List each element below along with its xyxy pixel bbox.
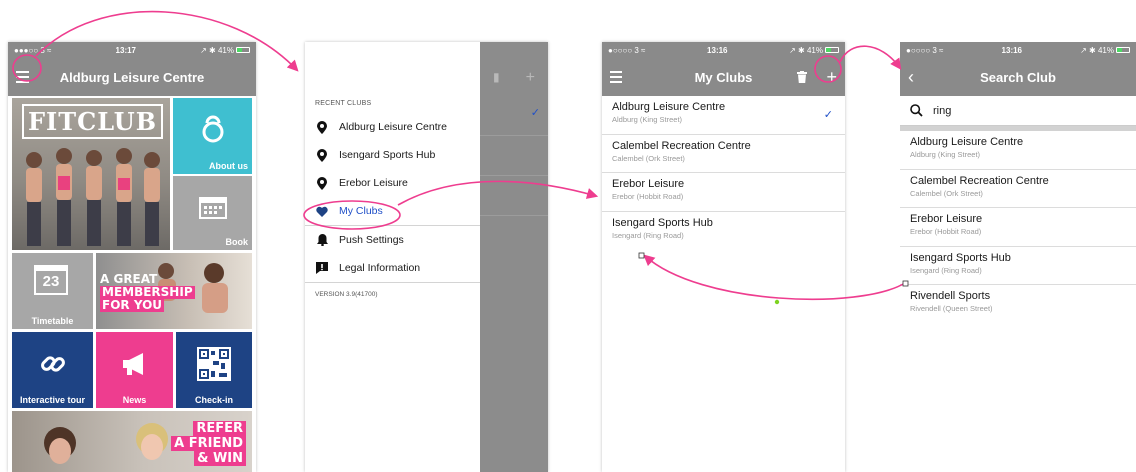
check-in-tile[interactable]: Check-in [176,332,252,408]
hamburger-menu-icon[interactable] [16,71,36,83]
checkmark-icon: ✓ [823,109,833,121]
list-item[interactable]: Calembel Recreation Centre Calembel (Ork… [900,170,1136,208]
heart-icon [315,206,329,217]
checkmark-icon: ✓ [530,107,540,119]
menu-item-my-clubs[interactable]: My Clubs [305,197,480,225]
map-pin-icon [315,120,329,134]
refer-friend-banner-tile[interactable]: REFER A FRIEND & WIN [12,411,252,472]
menu-item-recent-club[interactable]: Erebor Leisure [305,169,480,197]
list-item[interactable]: Calembel Recreation Centre Calembel (Ork… [602,135,845,173]
list-item[interactable]: Isengard Sports Hub Isengard (Ring Road) [900,247,1136,285]
news-tile[interactable]: News [96,332,173,408]
flow-arrow-add-to-search [839,45,902,70]
nav-bar: ‹ Search Club [900,58,1136,96]
battery-icon [824,47,839,54]
menu-item-recent-club[interactable]: Aldburg Leisure Centre [305,113,480,141]
status-bar: ●○○○○ 3 ≈ 13:16 ↗ ✱ 41% [900,42,1136,58]
recent-clubs-heading: RECENT CLUBS [315,100,372,107]
page-title: Search Club [980,69,1056,85]
back-chevron-icon[interactable]: ‹ [908,68,938,86]
qr-code-icon [197,346,231,381]
timetable-tile[interactable]: 23 Timetable [12,253,93,329]
dimmed-content-overlay[interactable]: ▮ + ✓ [480,42,548,472]
megaphone-icon [122,352,143,375]
battery-icon [1115,47,1130,54]
plus-icon: + [525,69,535,86]
my-clubs-header: ●○○○○ 3 ≈ 13:16 ↗ ✱ 41% My Clubs + [602,42,845,96]
fitclub-banner-tile[interactable]: FITCLUB [12,98,170,250]
membership-banner-tile[interactable]: A GREAT MEMBERSHIP FOR YOU [96,253,252,329]
home-header: ●●●○○ 3 ≈ 13:17 ↗ ✱ 41% Aldburg Leisure … [8,42,256,96]
status-bar: ●○○○○ 3 ≈ 13:16 ↗ ✱ 41% [602,42,845,58]
link-icon [40,356,65,372]
interactive-tour-tile[interactable]: Interactive tour [12,332,93,408]
legal-alert-icon [315,262,329,274]
battery-icon [235,47,250,54]
side-menu-screen: RECENT CLUBS Aldburg Leisure Centre Isen… [305,42,548,472]
menu-item-push-settings[interactable]: Push Settings [305,226,480,254]
home-screen: ●●●○○ 3 ≈ 13:17 ↗ ✱ 41% Aldburg Leisure … [8,42,256,472]
status-bar: ●●●○○ 3 ≈ 13:17 ↗ ✱ 41% [8,42,256,58]
search-bar[interactable]: ring [900,96,1136,126]
trash-icon[interactable] [797,71,807,83]
nav-bar: My Clubs + [602,58,845,96]
app-version: VERSION 3.9(41700) [305,282,480,306]
about-us-tile[interactable]: About us [173,98,252,174]
trash-icon: ▮ [493,70,500,84]
search-club-header: ●○○○○ 3 ≈ 13:16 ↗ ✱ 41% ‹ Search Club [900,42,1136,96]
fitclub-people-illustration [26,148,160,246]
map-pin-icon [315,176,329,190]
search-icon [910,104,923,117]
menu-item-recent-club[interactable]: Isengard Sports Hub [305,141,480,169]
menu-item-legal-information[interactable]: Legal Information [305,254,480,282]
list-item[interactable]: Isengard Sports Hub Isengard (Ring Road) [602,212,845,251]
list-item[interactable]: Erebor Leisure Erebor (Hobbit Road) [900,208,1136,247]
search-input[interactable]: ring [933,105,951,117]
nav-bar: Aldburg Leisure Centre [8,58,256,96]
page-title: My Clubs [694,69,753,85]
list-item[interactable]: Erebor Leisure Erebor (Hobbit Road) [602,173,845,212]
calendar-icon [198,197,227,220]
calendar-day-icon: 23 [34,265,68,295]
map-pin-icon [315,148,329,162]
list-item[interactable]: Aldburg Leisure Centre Aldburg (King Str… [900,131,1136,170]
add-club-button[interactable]: + [826,68,837,86]
list-item[interactable]: Aldburg Leisure Centre Aldburg (King Str… [602,96,845,135]
kettlebell-icon [202,115,223,143]
list-item[interactable]: Rivendell Sports Rivendell (Queen Street… [900,285,1136,324]
search-results-list: Aldburg Leisure Centre Aldburg (King Str… [900,131,1136,324]
search-club-screen: ●○○○○ 3 ≈ 13:16 ↗ ✱ 41% ‹ Search Club ri… [900,42,1136,472]
page-title: Aldburg Leisure Centre [59,69,205,85]
hamburger-menu-icon[interactable] [610,71,650,83]
book-tile[interactable]: Book [173,176,252,250]
bell-icon [315,234,329,246]
my-clubs-list: Aldburg Leisure Centre Aldburg (King Str… [602,96,845,250]
my-clubs-screen: ●○○○○ 3 ≈ 13:16 ↗ ✱ 41% My Clubs + Aldbu… [602,42,845,472]
side-menu: RECENT CLUBS Aldburg Leisure Centre Isen… [305,42,480,472]
